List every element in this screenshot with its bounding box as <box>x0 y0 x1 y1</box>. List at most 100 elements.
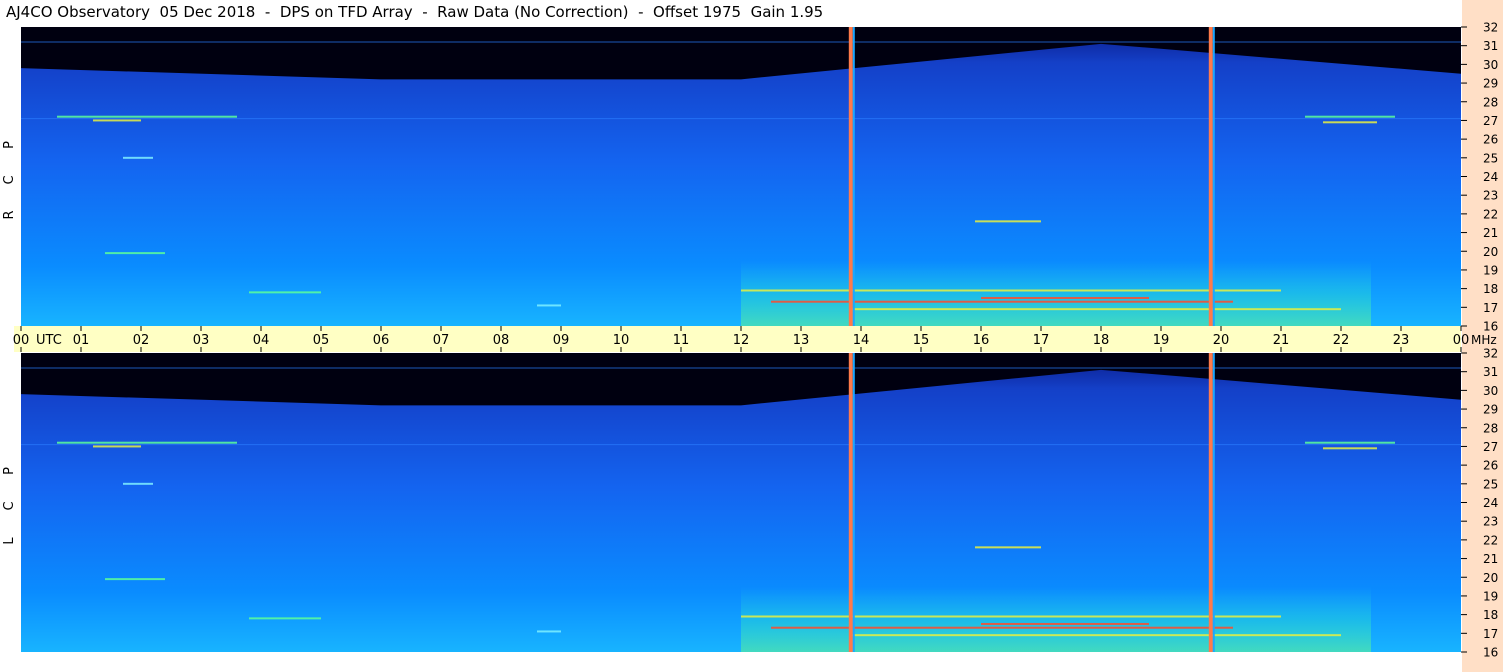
vertical-interference-line <box>1208 353 1213 652</box>
frequency-axis-unit-label: MHz <box>1471 333 1497 347</box>
polarization-label-char: P <box>2 141 17 149</box>
panel-rcp: P C R 32 31 30 29 28 27 26 25 24 23 22 21 20 19 18 17 16 <box>2 21 1498 334</box>
vertical-interference-edge <box>1212 27 1215 326</box>
bright-band <box>741 586 1371 652</box>
frequency-tick-label: 28 <box>1483 95 1498 109</box>
signal-streak <box>93 119 141 122</box>
frequency-tick-label: 28 <box>1483 421 1498 435</box>
vertical-interference-edge <box>1212 353 1215 652</box>
signal-streak <box>1305 115 1395 118</box>
time-tick-label: 08 <box>493 333 510 348</box>
frequency-tick-label: 23 <box>1483 189 1498 203</box>
frequency-tick-label: 18 <box>1483 608 1498 622</box>
frequency-tick-label: 22 <box>1483 533 1498 547</box>
time-tick-label: 00 <box>13 333 30 348</box>
frequency-tick-label: 31 <box>1483 365 1498 379</box>
frequency-tick-label: 24 <box>1483 496 1498 510</box>
frequency-tick-label: 24 <box>1483 170 1498 184</box>
time-tick-label: 21 <box>1273 333 1290 348</box>
signal-streak <box>93 445 141 448</box>
signal-streak <box>123 482 153 485</box>
frequency-tick-label: 20 <box>1483 571 1498 585</box>
frequency-tick-label: 19 <box>1483 589 1498 603</box>
bright-band <box>741 260 1371 326</box>
vertical-interference-edge <box>852 353 855 652</box>
frequency-tick-label: 21 <box>1483 226 1498 240</box>
frequency-tick-label: 25 <box>1483 151 1498 165</box>
signal-streak <box>1323 121 1377 124</box>
polarization-label-char: P <box>2 467 17 475</box>
time-tick-label: 20 <box>1213 333 1230 348</box>
polarization-label-char: C <box>2 175 17 184</box>
time-tick-label: 00 <box>1453 333 1470 348</box>
time-tick-label: 18 <box>1093 333 1110 348</box>
time-tick-label: 12 <box>733 333 750 348</box>
frequency-tick-label: 27 <box>1483 440 1498 454</box>
time-tick-label: 23 <box>1393 333 1410 348</box>
vertical-interference-edge <box>852 27 855 326</box>
vertical-interference-line <box>1208 27 1213 326</box>
time-tick-label: 06 <box>373 333 390 348</box>
signal-streak <box>975 546 1041 549</box>
time-tick-label: 04 <box>253 333 270 348</box>
frequency-tick-label: 32 <box>1483 347 1498 361</box>
panel-lcp: P C L 32 31 30 29 28 27 26 25 24 23 22 21 20 19 18 17 16 <box>2 347 1498 660</box>
spectrogram-chart: P C R 32 31 30 29 28 27 26 25 24 23 22 21 20 19 18 17 16 P C L… <box>2 0 1503 672</box>
signal-streak <box>771 626 1233 629</box>
time-tick-label: 02 <box>133 333 150 348</box>
signal-streak <box>975 220 1041 223</box>
signal-streak <box>537 630 561 633</box>
time-tick-label: 17 <box>1033 333 1050 348</box>
signal-streak <box>741 289 1281 292</box>
signal-streak <box>123 156 153 159</box>
frequency-tick-label: 19 <box>1483 263 1498 277</box>
time-tick-label: 22 <box>1333 333 1350 348</box>
signal-streak <box>771 300 1233 303</box>
frequency-tick-label: 17 <box>1483 301 1498 315</box>
frequency-tick-label: 18 <box>1483 282 1498 296</box>
signal-streak <box>981 622 1149 625</box>
polarization-label-char: R <box>2 210 17 219</box>
time-tick-label: 14 <box>853 333 870 348</box>
time-tick-label: 10 <box>613 333 630 348</box>
time-tick-label: 09 <box>553 333 570 348</box>
time-tick-label: 15 <box>913 333 930 348</box>
frequency-tick-label: 29 <box>1483 77 1498 91</box>
frequency-tick-label: 30 <box>1483 58 1498 72</box>
frequency-tick-label: 26 <box>1483 459 1498 473</box>
time-tick-label: 05 <box>313 333 330 348</box>
vertical-interference-line <box>848 27 853 326</box>
frequency-tick-label: 20 <box>1483 245 1498 259</box>
polarization-label-char: C <box>2 501 17 510</box>
signal-streak <box>849 634 1341 637</box>
vertical-interference-line <box>848 353 853 652</box>
frequency-tick-label: 21 <box>1483 552 1498 566</box>
polarization-label-char: L <box>2 537 17 545</box>
signal-streak <box>57 441 237 444</box>
time-axis-unit-label: UTC <box>36 333 62 348</box>
frequency-tick-label: 16 <box>1483 320 1498 334</box>
time-tick-label: 11 <box>673 333 690 348</box>
frequency-tick-label: 17 <box>1483 627 1498 641</box>
time-tick-label: 07 <box>433 333 450 348</box>
frequency-tick-label: 31 <box>1483 39 1498 53</box>
time-tick-label: 19 <box>1153 333 1170 348</box>
signal-streak <box>981 296 1149 299</box>
time-tick-label: 13 <box>793 333 810 348</box>
frequency-tick-label: 23 <box>1483 515 1498 529</box>
frequency-tick-label: 29 <box>1483 403 1498 417</box>
signal-streak <box>105 578 165 581</box>
signal-streak <box>741 615 1281 618</box>
frequency-tick-label: 22 <box>1483 207 1498 221</box>
frequency-tick-label: 27 <box>1483 114 1498 128</box>
signal-streak <box>249 291 321 294</box>
signal-streak <box>1323 447 1377 450</box>
time-tick-label: 16 <box>973 333 990 348</box>
frequency-tick-label: 26 <box>1483 133 1498 147</box>
time-tick-label: 01 <box>73 333 90 348</box>
frequency-tick-label: 25 <box>1483 477 1498 491</box>
signal-streak <box>249 617 321 620</box>
signal-streak <box>1305 441 1395 444</box>
signal-streak <box>57 115 237 118</box>
signal-streak <box>537 304 561 307</box>
